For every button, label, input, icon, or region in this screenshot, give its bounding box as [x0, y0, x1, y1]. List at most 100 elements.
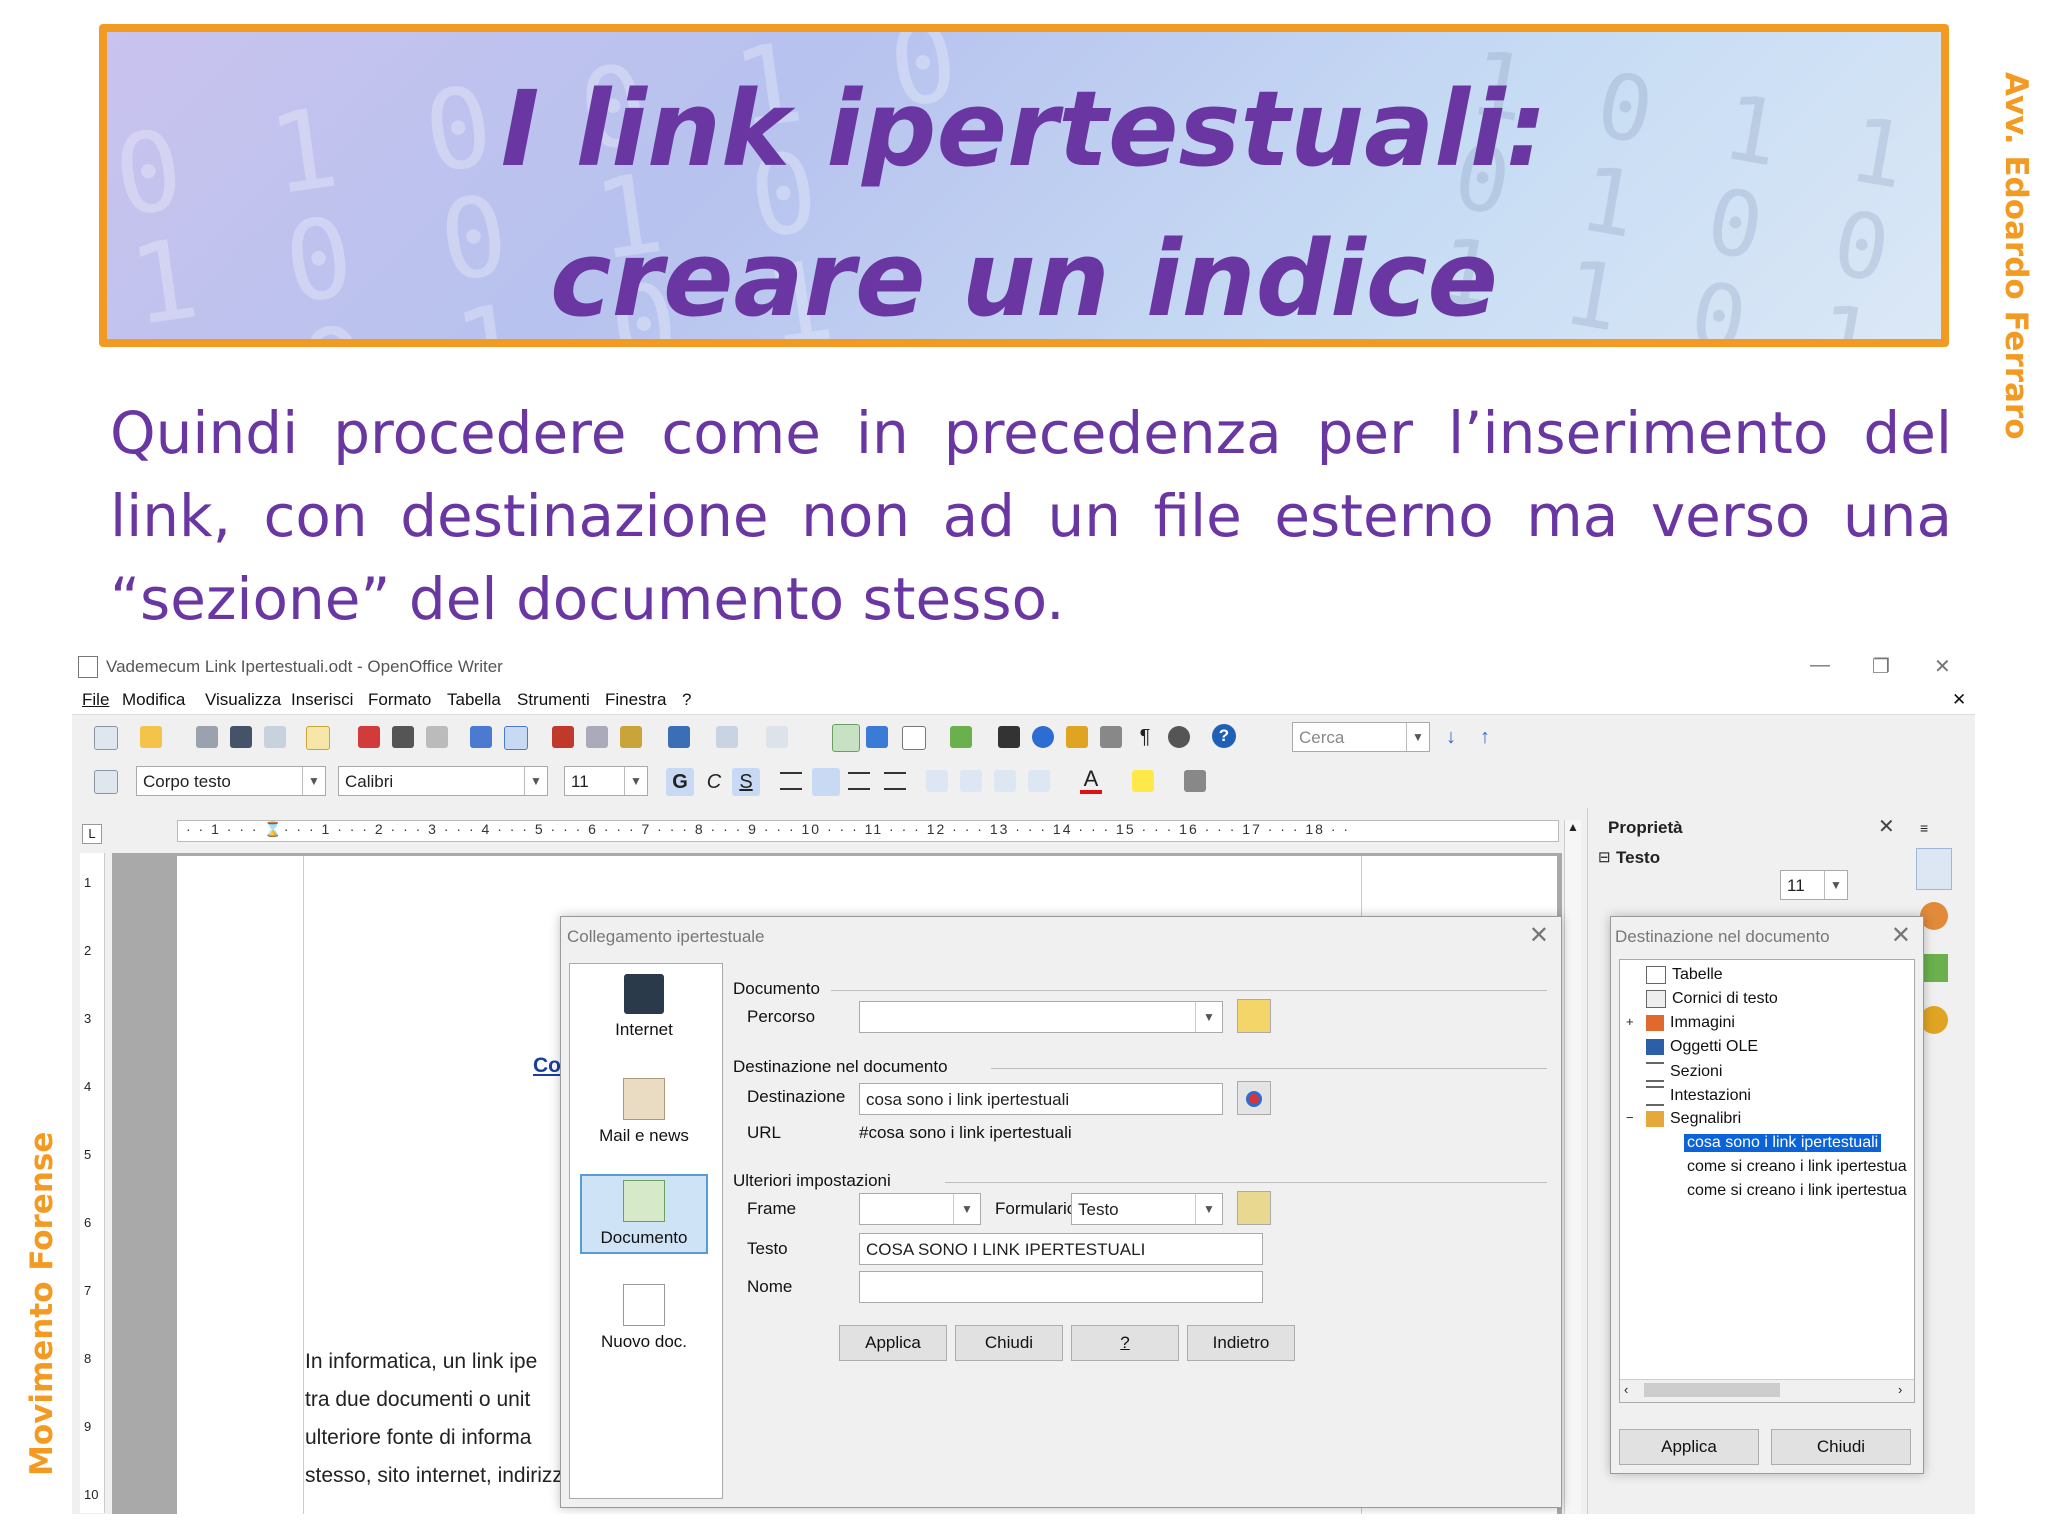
nav-nuovo-doc[interactable]: Nuovo doc.	[580, 1280, 708, 1360]
styles-formatting-icon[interactable]	[94, 770, 118, 794]
scroll-right-icon[interactable]: ›	[1898, 1382, 1902, 1397]
close-icon[interactable]: ✕	[1891, 921, 1911, 950]
navigator-icon[interactable]	[1032, 726, 1054, 748]
document-heading-link[interactable]: Co	[533, 1054, 561, 1078]
navigator-pin-icon[interactable]	[866, 726, 888, 748]
tree-item-sezioni[interactable]: Sezioni	[1646, 1062, 1722, 1082]
target-in-document-button[interactable]	[1237, 1081, 1271, 1115]
highlight-icon[interactable]	[1132, 770, 1154, 792]
export-pdf-icon[interactable]	[358, 726, 380, 748]
tree-item-oggetti-ole[interactable]: Oggetti OLE	[1646, 1038, 1758, 1056]
target-input[interactable]: cosa sono i link ipertestuali	[859, 1083, 1223, 1115]
help-button[interactable]: ?	[1071, 1325, 1179, 1361]
sidebar-close-icon[interactable]: ✕	[1878, 814, 1895, 839]
align-center-icon[interactable]	[812, 768, 840, 796]
underline-button[interactable]: S	[732, 768, 760, 796]
tree-item-cornici[interactable]: Cornici di testo	[1646, 990, 1778, 1008]
chevron-down-icon[interactable]: ▼	[1195, 1194, 1222, 1224]
chevron-down-icon[interactable]: ▼	[624, 767, 647, 795]
menu-tabella[interactable]: Tabella	[447, 690, 501, 710]
search-field[interactable]: Cerca ▼	[1292, 722, 1430, 752]
autospellcheck-icon[interactable]	[504, 726, 528, 750]
font-color-icon[interactable]: A	[1080, 768, 1102, 794]
align-right-icon[interactable]	[848, 772, 870, 790]
target-apply-button[interactable]: Applica	[1619, 1429, 1759, 1465]
tab-stop-selector[interactable]: L	[82, 824, 102, 844]
gallery-icon[interactable]	[1066, 726, 1088, 748]
window-close-button[interactable]: ✕	[1934, 654, 1951, 679]
scroll-left-icon[interactable]: ‹	[1624, 1382, 1628, 1397]
nav-documento[interactable]: Documento	[580, 1174, 708, 1254]
copy-icon[interactable]	[586, 726, 608, 748]
name-input[interactable]	[859, 1271, 1263, 1303]
apply-button[interactable]: Applica	[839, 1325, 947, 1361]
edit-mode-icon[interactable]	[306, 726, 330, 750]
paste-icon[interactable]	[620, 726, 642, 748]
chevron-down-icon[interactable]: ▼	[1406, 723, 1429, 751]
send-mail-icon[interactable]	[264, 726, 286, 748]
collapse-icon[interactable]: −	[1626, 1110, 1634, 1125]
bookmark-item[interactable]: come si creano i link ipertestua	[1687, 1158, 1907, 1176]
nav-internet[interactable]: Internet	[580, 970, 708, 1050]
menu-formato[interactable]: Formato	[368, 690, 431, 710]
gallery-deck-icon[interactable]	[1920, 902, 1948, 930]
font-name-select[interactable]: Calibri ▼	[338, 766, 548, 796]
nav-mail-news[interactable]: Mail e news	[580, 1074, 708, 1154]
open-file-folder-button[interactable]	[1237, 999, 1271, 1033]
menu-visualizza[interactable]: Visualizza	[205, 690, 281, 710]
vertical-scrollbar[interactable]: ▲	[1564, 820, 1581, 1514]
expand-icon[interactable]: +	[1626, 1014, 1634, 1029]
collapse-icon[interactable]: ⊟	[1598, 848, 1611, 866]
tree-item-segnalibri[interactable]: Segnalibri	[1646, 1110, 1741, 1128]
menu-inserisci[interactable]: Inserisci	[291, 690, 353, 710]
chevron-down-icon[interactable]: ▼	[302, 767, 325, 795]
redo-icon[interactable]	[766, 726, 788, 748]
navigator-deck-icon[interactable]	[1920, 954, 1948, 982]
bookmark-item[interactable]: come si creano i link ipertestua	[1687, 1182, 1907, 1200]
tree-item-intestazioni[interactable]: Intestazioni	[1646, 1086, 1751, 1106]
justify-icon[interactable]	[884, 772, 906, 790]
formatting-marks-icon[interactable]: ¶	[1134, 726, 1156, 748]
form-combobox[interactable]: Testo ▼	[1071, 1193, 1223, 1225]
tree-horizontal-scrollbar[interactable]: ‹ ›	[1620, 1379, 1914, 1402]
frame-combobox[interactable]: ▼	[859, 1193, 981, 1225]
menu-help[interactable]: ?	[682, 690, 691, 710]
menu-strumenti[interactable]: Strumenti	[517, 690, 590, 710]
decrease-indent-icon[interactable]	[994, 770, 1016, 792]
properties-deck-icon[interactable]	[1916, 848, 1952, 890]
target-close-button[interactable]: Chiudi	[1771, 1429, 1911, 1465]
draw-functions-icon[interactable]	[950, 726, 972, 748]
path-combobox[interactable]: ▼	[859, 1001, 1223, 1033]
events-button[interactable]	[1237, 1191, 1271, 1225]
bullets-icon[interactable]	[960, 770, 982, 792]
sidebar-font-size[interactable]: 11 ▼	[1780, 870, 1848, 900]
minimize-button[interactable]: —	[1810, 654, 1830, 677]
find-replace-icon[interactable]	[998, 726, 1020, 748]
paragraph-style-select[interactable]: Corpo testo ▼	[136, 766, 326, 796]
save-icon[interactable]	[196, 726, 218, 748]
numbering-icon[interactable]	[926, 770, 948, 792]
undo-icon[interactable]	[716, 726, 738, 748]
spellcheck-icon[interactable]	[470, 726, 492, 748]
tree-item-tabelle[interactable]: Tabelle	[1646, 966, 1723, 984]
menu-finestra[interactable]: Finestra	[605, 690, 666, 710]
zoom-icon[interactable]	[1168, 726, 1190, 748]
print-preview-icon[interactable]	[426, 726, 448, 748]
find-previous-icon[interactable]: ↑	[1474, 726, 1496, 748]
find-next-icon[interactable]: ↓	[1440, 726, 1462, 748]
help-icon[interactable]: ?	[1212, 724, 1236, 748]
data-sources-icon[interactable]	[1100, 726, 1122, 748]
chevron-down-icon[interactable]: ▼	[953, 1194, 980, 1224]
table-icon[interactable]	[902, 726, 926, 750]
increase-indent-icon[interactable]	[1028, 770, 1050, 792]
close-button[interactable]: Chiudi	[955, 1325, 1063, 1361]
bookmark-item-selected[interactable]: cosa sono i link ipertestuali	[1684, 1134, 1882, 1152]
new-document-icon[interactable]	[94, 726, 118, 750]
print-icon[interactable]	[392, 726, 414, 748]
italic-button[interactable]: C	[700, 768, 728, 796]
bold-button[interactable]: G	[666, 768, 694, 796]
tree-item-immagini[interactable]: Immagini	[1646, 1014, 1735, 1032]
scroll-thumb[interactable]	[1644, 1383, 1780, 1397]
background-color-icon[interactable]	[1184, 770, 1206, 792]
format-paintbrush-icon[interactable]	[668, 726, 690, 748]
